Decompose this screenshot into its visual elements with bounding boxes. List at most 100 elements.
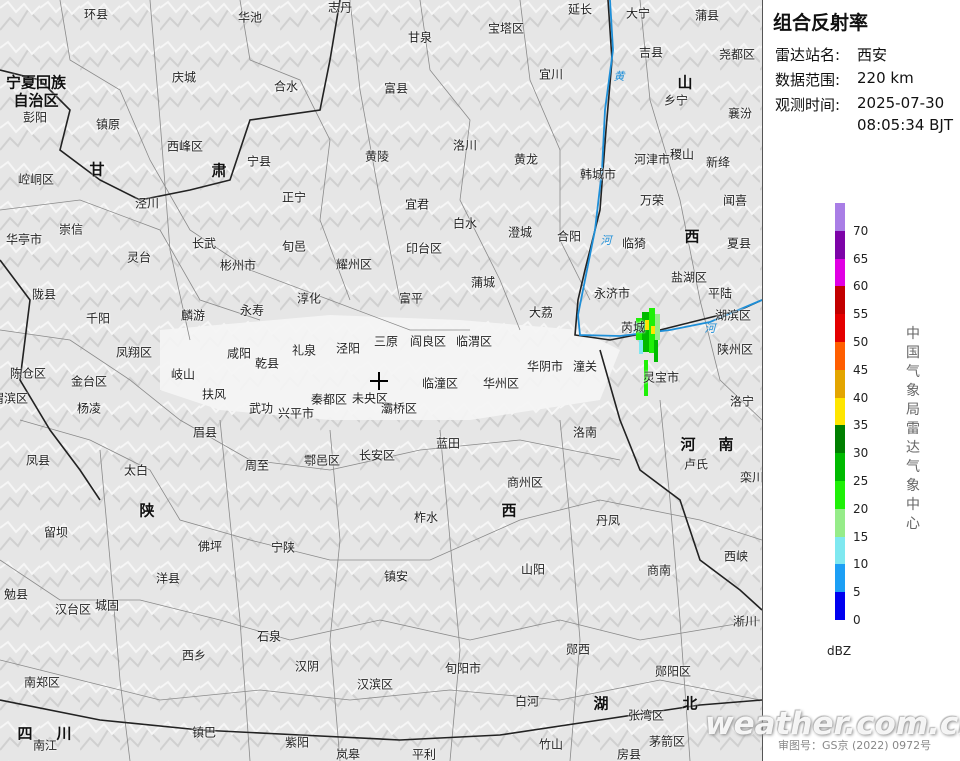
- legend-tick-label: 45: [853, 362, 869, 377]
- range-value: 220 km: [857, 69, 914, 87]
- place-label: 灵宝市: [642, 370, 680, 385]
- place-label: 眉县: [192, 425, 218, 440]
- place-label: 崇信: [58, 222, 84, 237]
- place-label: 宁陕: [270, 540, 296, 555]
- place-label: 稷山: [669, 147, 695, 162]
- province-label: 肃: [211, 161, 227, 180]
- place-label: 长安区: [358, 448, 396, 463]
- place-label: 平利: [411, 747, 437, 761]
- place-label: 佛坪: [197, 539, 223, 554]
- legend-tick-label: 30: [853, 446, 869, 461]
- place-label: 彬州市: [219, 258, 257, 273]
- place-label: 卢氏: [683, 457, 709, 472]
- place-label: 陕州区: [716, 342, 754, 357]
- place-label: 洋县: [155, 571, 181, 586]
- radar-map[interactable]: 黄 河 河 河 宁夏回族 自治区 甘 肃 山 西 陕 西 河 南 湖 北 四 川…: [0, 0, 762, 761]
- river-label: 黄: [613, 70, 625, 83]
- range-label: 数据范围:: [775, 71, 841, 89]
- province-label: 河: [680, 435, 696, 454]
- place-label: 留坝: [43, 525, 69, 540]
- legend-tick-label: 0: [853, 613, 861, 627]
- place-label: 印台区: [405, 241, 443, 256]
- place-label: 丹凤: [595, 513, 621, 528]
- legend-tick-label: 15: [853, 529, 869, 544]
- province-label: 北: [682, 694, 698, 713]
- place-label: 蒲县: [694, 8, 720, 23]
- place-label: 汉台区: [54, 602, 92, 617]
- province-label: 湖: [593, 694, 609, 713]
- organization-label: 中国气象局雷达气象中心: [906, 326, 920, 532]
- legend-swatch: [835, 592, 845, 620]
- place-label: 潼关: [572, 359, 598, 374]
- map-approval-number: 审图号：GS京 (2022) 0972号: [778, 739, 932, 752]
- place-label: 周至: [244, 458, 270, 473]
- legend-swatch: [835, 203, 845, 231]
- place-label: 淅川: [732, 614, 758, 629]
- place-label: 正宁: [281, 190, 307, 205]
- place-label: 甘泉: [407, 30, 433, 45]
- place-label: 勉县: [3, 587, 29, 602]
- place-label: 宝塔区: [487, 21, 525, 36]
- place-label: 新绛: [705, 155, 731, 170]
- legend-unit: dBZ: [827, 644, 852, 658]
- province-label: 南: [718, 435, 734, 454]
- place-label: 襄汾: [727, 106, 753, 121]
- place-label: 凤翔区: [115, 345, 153, 360]
- legend-tick-label: 20: [853, 501, 869, 516]
- province-label: 甘: [89, 160, 105, 179]
- time-clock: 08:05:34 BJT: [857, 116, 954, 134]
- place-label: 岐山: [170, 367, 196, 382]
- place-label: 闻喜: [722, 193, 748, 208]
- place-label: 紫阳: [284, 735, 310, 750]
- station-value: 西安: [857, 46, 888, 64]
- place-label: 兴平市: [277, 406, 315, 421]
- legend-swatch: [835, 397, 845, 426]
- place-label: 韩城市: [579, 167, 617, 182]
- place-label: 岚皋: [335, 747, 361, 761]
- place-label: 富县: [383, 81, 409, 96]
- legend-swatch: [835, 481, 845, 509]
- province-label: 西: [684, 227, 700, 246]
- place-label: 环县: [83, 7, 109, 22]
- place-label: 临渭区: [455, 334, 493, 349]
- place-label: 大宁: [625, 6, 651, 21]
- place-label: 张湾区: [627, 708, 665, 723]
- place-label: 镇安: [383, 569, 409, 584]
- place-label: 灞桥区: [380, 401, 418, 416]
- place-label: 乾县: [254, 356, 280, 371]
- place-label: 宁县: [246, 154, 272, 169]
- place-label: 长武: [191, 236, 217, 251]
- place-label: 乡宁: [663, 93, 689, 108]
- place-label: 芮城: [620, 320, 646, 335]
- legend-swatch: [835, 564, 845, 593]
- place-label: 杨凌: [76, 401, 102, 416]
- place-label: 河津市: [633, 152, 671, 167]
- place-label: 大荔: [528, 305, 554, 320]
- place-label: 礼泉: [291, 343, 317, 358]
- place-label: 栾川: [739, 470, 762, 485]
- place-label: 三原: [373, 334, 399, 349]
- place-label: 武功: [248, 401, 274, 416]
- legend-swatch: [835, 453, 845, 481]
- place-label: 富平: [398, 291, 424, 306]
- place-label: 秦都区: [310, 392, 348, 407]
- place-label: 华池: [237, 10, 263, 25]
- place-label: 山阳: [520, 562, 546, 577]
- place-label: 房县: [616, 747, 642, 761]
- place-label: 太白: [123, 463, 149, 478]
- place-label: 永济市: [593, 286, 631, 301]
- place-label: 郧阳区: [654, 664, 692, 679]
- place-label: 凤县: [25, 453, 51, 468]
- legend-swatch: [835, 508, 845, 537]
- place-label: 咸阳: [226, 346, 252, 361]
- place-label: 石泉: [256, 629, 282, 644]
- place-label: 盐湖区: [670, 270, 708, 285]
- place-label: 旬阳市: [444, 661, 482, 676]
- place-label: 陈仓区: [9, 366, 47, 381]
- place-label: 尧都区: [718, 47, 756, 62]
- place-label: 合水: [273, 79, 299, 94]
- river-label: 河: [600, 234, 612, 247]
- province-label: 山: [677, 73, 693, 92]
- place-label: 黄龙: [513, 152, 539, 167]
- place-label: 耀州区: [335, 257, 373, 272]
